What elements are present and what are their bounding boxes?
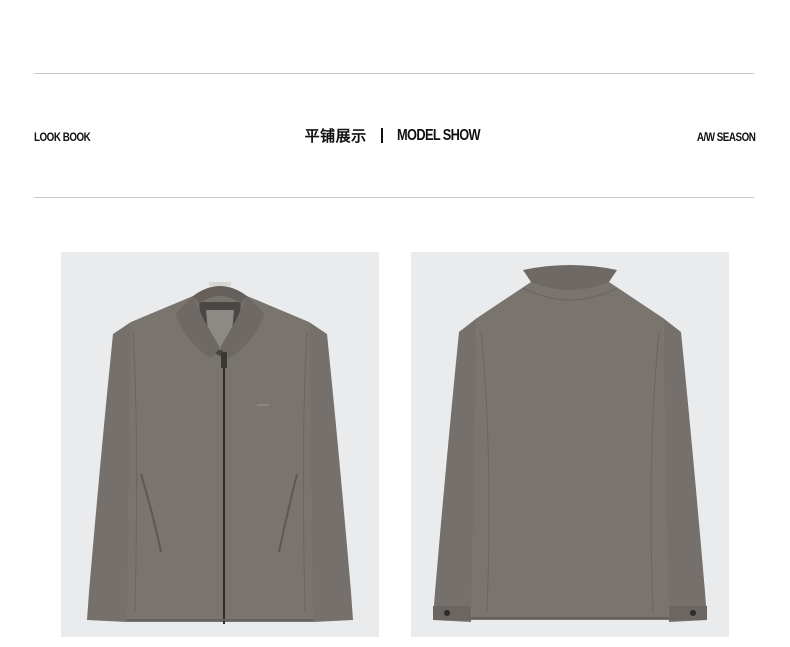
title-chinese: 平铺展示: [304, 127, 367, 145]
section-header: LOOK BOOK 平铺展示 MODEL SHOW A/W SEASON: [34, 122, 755, 152]
bottom-divider: [34, 197, 754, 198]
title-separator: [380, 128, 383, 143]
jacket-back-image: [433, 265, 707, 622]
jacket-front-photo[interactable]: [61, 252, 379, 637]
top-divider: [34, 73, 754, 74]
jacket-back-photo[interactable]: [411, 252, 729, 637]
title-english: MODEL SHOW: [396, 126, 481, 144]
season-label: A/W SEASON: [696, 130, 755, 144]
section-title: 平铺展示 MODEL SHOW: [34, 125, 755, 146]
jacket-front-image: [87, 282, 353, 624]
